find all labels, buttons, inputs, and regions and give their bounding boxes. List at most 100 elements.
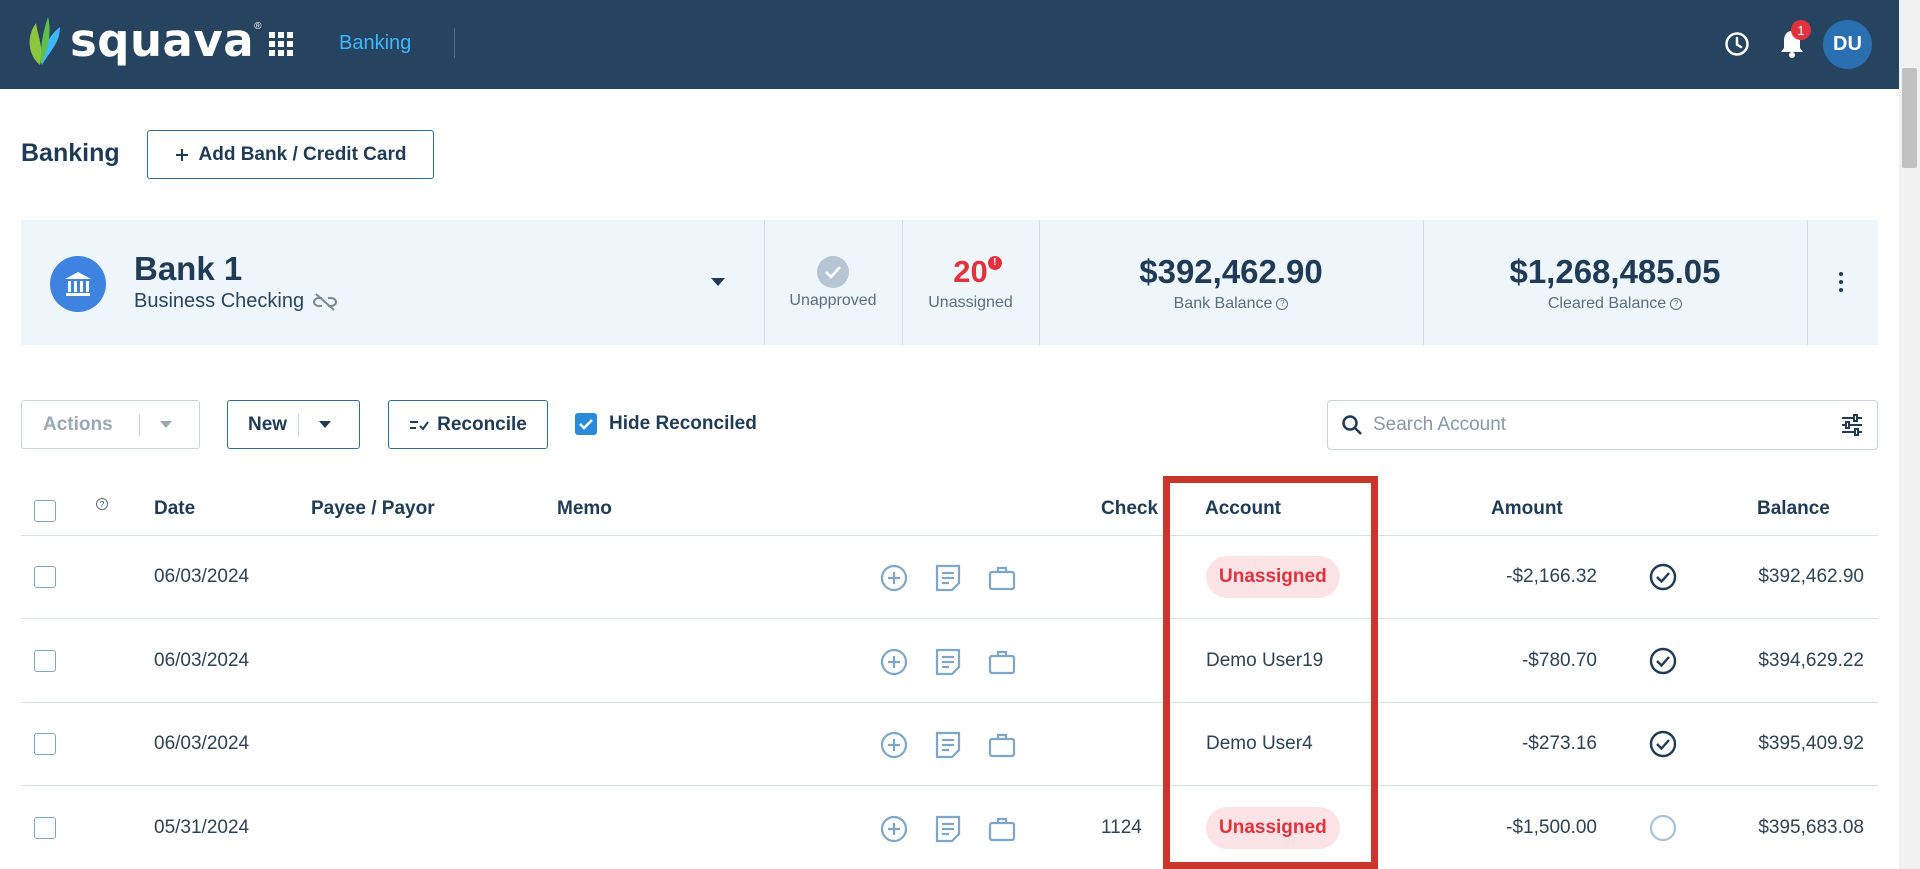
reconcile-label: Reconcile xyxy=(437,413,527,435)
filter-sliders-icon[interactable] xyxy=(1840,414,1864,436)
bank-balance-label: Bank Balance xyxy=(1173,294,1273,312)
squava-logo[interactable]: squava ® xyxy=(26,14,261,67)
user-avatar[interactable]: DU xyxy=(1823,20,1872,69)
hide-reconciled-toggle[interactable]: Hide Reconciled xyxy=(575,413,757,435)
select-all-checkbox[interactable] xyxy=(34,500,56,522)
column-header-check[interactable]: Check xyxy=(1101,498,1158,520)
bank-subtitle: Business Checking xyxy=(134,290,338,313)
help-icon[interactable]: ? xyxy=(1670,297,1683,310)
memo-note-icon[interactable] xyxy=(934,814,962,844)
reconcile-button[interactable]: Reconcile xyxy=(388,400,548,449)
unassigned-label: Unassigned xyxy=(928,293,1013,311)
nav-item-banking[interactable]: Banking xyxy=(339,32,411,55)
reconcile-icon xyxy=(410,420,429,431)
bank-balance-stat: $392,462.90 Bank Balance ? xyxy=(1039,220,1423,345)
cleared-balance-value: $1,268,485.05 xyxy=(1509,252,1721,290)
plus-icon xyxy=(175,148,188,161)
bank-balance-value: $392,462.90 xyxy=(1139,252,1323,290)
row-checkbox[interactable] xyxy=(34,566,56,588)
row-balance: $395,683.08 xyxy=(1758,817,1864,838)
nav-divider xyxy=(454,28,455,58)
row-date: 06/03/2024 xyxy=(154,566,250,587)
row-amount: -$2,166.32 xyxy=(1506,566,1597,587)
add-circle-icon[interactable] xyxy=(879,814,909,844)
briefcase-icon[interactable] xyxy=(987,563,1017,593)
column-header-amount[interactable]: Amount xyxy=(1491,498,1563,520)
memo-note-icon[interactable] xyxy=(934,730,962,760)
add-circle-icon[interactable] xyxy=(879,647,909,677)
add-bank-button[interactable]: Add Bank / Credit Card xyxy=(147,130,434,179)
row-amount: -$780.70 xyxy=(1521,650,1597,671)
bank-type-label: Business Checking xyxy=(134,290,305,312)
briefcase-icon[interactable] xyxy=(987,647,1017,677)
chevron-down-icon[interactable] xyxy=(319,421,331,428)
row-account[interactable]: Demo User4 xyxy=(1206,733,1313,755)
row-date: 06/03/2024 xyxy=(154,650,250,671)
row-balance: $392,462.90 xyxy=(1758,566,1864,587)
bank-account-card: Bank 1 Business Checking Unapproved 20 !… xyxy=(21,220,1878,345)
help-icon[interactable]: ? xyxy=(1276,297,1289,310)
column-header-balance[interactable]: Balance xyxy=(1757,498,1830,520)
logo-text: squava xyxy=(70,14,255,67)
bank-building-icon xyxy=(50,256,106,312)
bank-select-caret-icon[interactable] xyxy=(711,278,725,286)
search-account-input[interactable] xyxy=(1373,414,1813,436)
hide-reconciled-checkbox[interactable] xyxy=(575,413,597,435)
table-row[interactable]: 06/03/2024 Demo User4 -$273.16 $395,409.… xyxy=(21,703,1878,786)
page-title: Banking xyxy=(21,139,120,167)
memo-note-icon[interactable] xyxy=(934,563,962,593)
split-separator xyxy=(139,413,140,436)
cleared-balance-stat: $1,268,485.05 Cleared Balance ? xyxy=(1423,220,1807,345)
briefcase-icon[interactable] xyxy=(987,730,1017,760)
leaf-logo-icon xyxy=(29,16,60,65)
row-action-icons xyxy=(879,563,1017,593)
row-action-icons xyxy=(879,647,1017,677)
hide-reconciled-label: Hide Reconciled xyxy=(609,413,757,434)
unapproved-stat[interactable]: Unapproved xyxy=(764,220,902,345)
registered-mark: ® xyxy=(254,21,262,32)
chevron-down-icon[interactable] xyxy=(160,421,172,428)
bank-balance-label-wrap: Bank Balance ? xyxy=(1174,295,1289,313)
column-header-payee[interactable]: Payee / Payor xyxy=(311,498,435,520)
scrollbar-thumb[interactable] xyxy=(1902,68,1917,168)
unassigned-count: 20 ! xyxy=(953,253,1002,290)
cleared-balance-label: Cleared Balance xyxy=(1547,294,1667,312)
add-circle-icon[interactable] xyxy=(879,730,909,760)
new-button[interactable]: New xyxy=(227,400,360,449)
unassigned-stat[interactable]: 20 ! Unassigned xyxy=(902,220,1039,345)
unassigned-count-value: 20 xyxy=(953,253,988,289)
row-date: 06/03/2024 xyxy=(154,733,250,754)
column-header-memo[interactable]: Memo xyxy=(557,498,612,520)
clock-icon[interactable] xyxy=(1724,31,1750,57)
row-balance: $395,409.92 xyxy=(1758,733,1864,754)
table-row[interactable]: 05/31/2024 1124 Unassigned -$1,500.00 $3… xyxy=(21,787,1878,869)
unassigned-badge[interactable]: Unassigned xyxy=(1206,556,1340,598)
table-row[interactable]: 06/03/2024 Unassigned -$2,166.32 $392,46… xyxy=(21,536,1878,619)
actions-button[interactable]: Actions xyxy=(21,400,200,449)
add-circle-icon[interactable] xyxy=(879,563,909,593)
memo-note-icon[interactable] xyxy=(934,647,962,677)
bank-name[interactable]: Bank 1 xyxy=(134,250,242,288)
cleared-balance-label-wrap: Cleared Balance ? xyxy=(1547,294,1683,313)
search-icon xyxy=(1342,415,1362,435)
column-header-date[interactable]: Date xyxy=(154,498,195,520)
unapproved-check-icon xyxy=(817,255,849,288)
more-options-icon[interactable] xyxy=(1839,272,1843,292)
unlinked-icon[interactable] xyxy=(312,292,338,312)
row-checkbox[interactable] xyxy=(34,817,56,839)
row-check-number: 1124 xyxy=(1101,817,1142,838)
table-row[interactable]: 06/03/2024 Demo User19 -$780.70 $394,629… xyxy=(21,620,1878,703)
apps-grid-icon[interactable] xyxy=(269,32,293,56)
actions-label: Actions xyxy=(43,413,113,435)
row-account[interactable]: Demo User19 xyxy=(1206,650,1323,672)
row-balance: $394,629.22 xyxy=(1758,650,1864,671)
row-checkbox[interactable] xyxy=(34,733,56,755)
briefcase-icon[interactable] xyxy=(987,814,1017,844)
unassigned-badge[interactable]: Unassigned xyxy=(1206,807,1340,849)
column-header-account[interactable]: Account xyxy=(1205,498,1281,520)
unapproved-label: Unapproved xyxy=(789,291,877,309)
column-help-icon[interactable]: ? xyxy=(96,498,108,510)
card-divider xyxy=(1807,220,1808,345)
row-checkbox[interactable] xyxy=(34,650,56,672)
row-date: 05/31/2024 xyxy=(154,817,250,838)
